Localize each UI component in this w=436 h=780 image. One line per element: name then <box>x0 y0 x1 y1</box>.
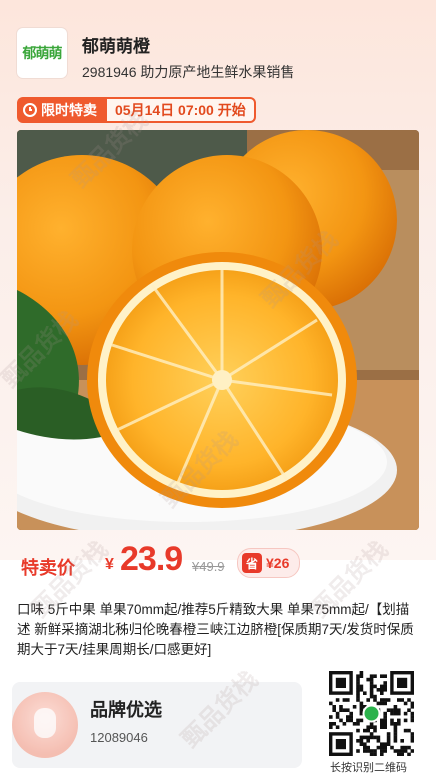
oranges-illustration <box>17 130 419 530</box>
original-price: ¥49.9 <box>192 559 225 574</box>
promo-banner: 限时特卖 05月14日 07:00 开始 <box>17 97 256 123</box>
shop-logo-text: 郁萌萌 <box>22 46 63 62</box>
brand-card[interactable]: 品牌优选 12089046 <box>12 682 302 768</box>
clock-icon <box>23 103 37 117</box>
brand-id: 12089046 <box>90 730 148 745</box>
promo-start-time: 05月14日 07:00 开始 <box>107 97 256 123</box>
sale-price: 23.9 <box>120 540 183 578</box>
price-currency: ¥ <box>105 556 114 573</box>
promo-tag-label: 限时特卖 <box>41 102 97 118</box>
promo-tag: 限时特卖 <box>17 97 107 123</box>
price-label: 特卖价 <box>21 558 75 578</box>
price-row: 特卖价 ¥ 23.9 ¥49.9 省 ¥26 <box>17 540 419 582</box>
qr-caption: 长按识别二维码 <box>330 762 407 774</box>
qr-code[interactable] <box>329 671 415 757</box>
shop-logo[interactable]: 郁萌萌 <box>17 28 67 78</box>
savings-badge: 省 ¥26 <box>237 548 301 578</box>
save-icon: 省 <box>242 553 262 573</box>
product-description: 口味 5斤中果 单果70mm起/推荐5斤精致大果 单果75mm起/【划描述 新鲜… <box>17 602 414 657</box>
qr-code-image <box>329 671 415 757</box>
brand-avatar <box>12 692 78 758</box>
shop-header: 郁萌萌 郁萌萌橙 2981946 助力原产地生鲜水果销售 限时特卖 05月14日… <box>0 0 436 130</box>
shop-subtitle: 2981946 助力原产地生鲜水果销售 <box>82 64 295 80</box>
shop-name[interactable]: 郁萌萌橙 <box>82 32 150 57</box>
product-image[interactable] <box>17 130 419 530</box>
brand-title: 品牌优选 <box>90 700 162 720</box>
savings-amount: ¥26 <box>266 555 290 571</box>
